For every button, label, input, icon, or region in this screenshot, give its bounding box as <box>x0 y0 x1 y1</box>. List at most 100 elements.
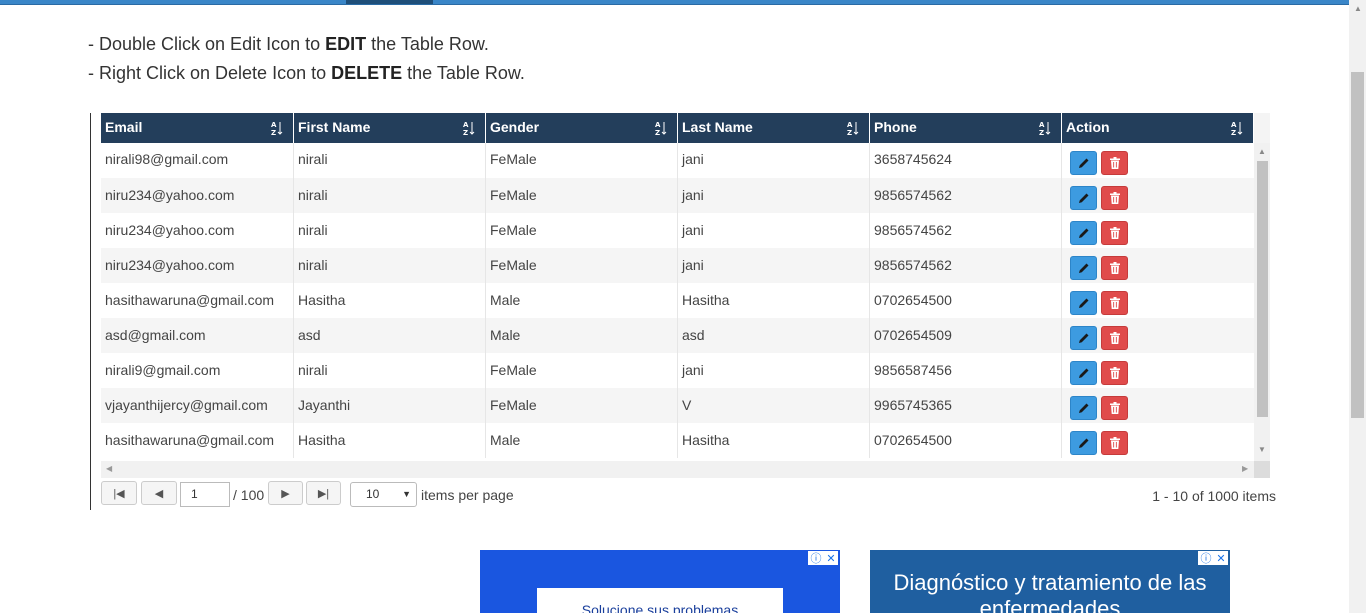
cell-first-name[interactable]: nirali <box>294 248 486 283</box>
cell-email[interactable]: niru234@yahoo.com <box>101 178 294 213</box>
cell-last-name[interactable]: jani <box>678 248 870 283</box>
delete-button[interactable] <box>1101 326 1128 350</box>
cell-first-name[interactable]: asd <box>294 318 486 353</box>
delete-button[interactable] <box>1101 256 1128 280</box>
prev-page-button[interactable]: ◀ <box>141 481 177 505</box>
table-row[interactable]: niru234@yahoo.com nirali FeMale jani 9856574… <box>101 248 1254 283</box>
cell-phone[interactable]: 0702654500 <box>870 283 1062 318</box>
delete-button[interactable] <box>1101 431 1128 455</box>
delete-button[interactable] <box>1101 361 1128 385</box>
ad-choices-icon[interactable]: ⓘ ✕ <box>808 551 838 565</box>
cell-phone[interactable]: 9856587456 <box>870 353 1062 388</box>
cell-phone[interactable]: 9965745365 <box>870 388 1062 423</box>
cell-email[interactable]: hasithawaruna@gmail.com <box>101 423 294 458</box>
column-header-email[interactable]: Email A Z <box>101 113 294 143</box>
sort-alpha-icon[interactable]: AZ <box>1231 120 1243 137</box>
delete-button[interactable] <box>1101 396 1128 420</box>
edit-button[interactable] <box>1070 151 1097 175</box>
scroll-up-icon[interactable]: ▲ <box>1258 147 1266 156</box>
cell-gender[interactable]: FeMale <box>486 353 678 388</box>
advertisement-1[interactable]: ⓘ ✕ Solucione sus problemas <box>480 550 840 613</box>
cell-email[interactable]: nirali9@gmail.com <box>101 353 294 388</box>
cell-phone[interactable]: 9856574562 <box>870 178 1062 213</box>
cell-gender[interactable]: FeMale <box>486 178 678 213</box>
cell-last-name[interactable]: Hasitha <box>678 283 870 318</box>
advertisement-2[interactable]: ⓘ ✕ Diagnóstico y tratamiento de las enfe… <box>870 550 1230 613</box>
window-scrollbar[interactable]: ▲ <box>1349 0 1366 613</box>
column-header-gender[interactable]: Gender A Z <box>486 113 678 143</box>
delete-button[interactable] <box>1101 221 1128 245</box>
cell-gender[interactable]: Male <box>486 283 678 318</box>
cell-email[interactable]: asd@gmail.com <box>101 318 294 353</box>
cell-last-name[interactable]: jani <box>678 213 870 248</box>
edit-button[interactable] <box>1070 361 1097 385</box>
delete-button[interactable] <box>1101 186 1128 210</box>
cell-email[interactable]: vjayanthijercy@gmail.com <box>101 388 294 423</box>
sort-alpha-icon[interactable]: AZ <box>655 120 667 137</box>
scroll-down-icon[interactable]: ▼ <box>1258 445 1266 454</box>
cell-last-name[interactable]: jani <box>678 353 870 388</box>
edit-button[interactable] <box>1070 431 1097 455</box>
page-number-input[interactable]: 1 <box>180 482 230 507</box>
table-row[interactable]: nirali98@gmail.com nirali FeMale jani 365874… <box>101 143 1254 178</box>
grid-horizontal-scrollbar[interactable]: ◀ ▶ <box>101 461 1254 478</box>
sort-alpha-icon[interactable]: AZ <box>463 120 475 137</box>
cell-phone[interactable]: 3658745624 <box>870 143 1062 178</box>
table-row[interactable]: hasithawaruna@gmail.com Hasitha Male Hasith… <box>101 423 1254 458</box>
cell-last-name[interactable]: jani <box>678 178 870 213</box>
edit-button[interactable] <box>1070 396 1097 420</box>
delete-button[interactable] <box>1101 151 1128 175</box>
column-header-action[interactable]: Action A Z <box>1062 113 1254 143</box>
grid-vertical-scrollbar[interactable]: ▲ ▼ <box>1254 143 1270 461</box>
sort-alpha-icon[interactable]: AZ <box>847 120 859 137</box>
cell-phone[interactable]: 0702654500 <box>870 423 1062 458</box>
cell-gender[interactable]: Male <box>486 423 678 458</box>
cell-last-name[interactable]: V <box>678 388 870 423</box>
cell-last-name[interactable]: jani <box>678 143 870 178</box>
active-tab-indicator[interactable] <box>346 0 433 4</box>
column-header-last-name[interactable]: Last Name A Z <box>678 113 870 143</box>
column-header-phone[interactable]: Phone A Z <box>870 113 1062 143</box>
edit-button[interactable] <box>1070 221 1097 245</box>
cell-phone[interactable]: 9856574562 <box>870 213 1062 248</box>
scroll-thumb[interactable] <box>1257 161 1268 417</box>
column-header-first-name[interactable]: First Name A Z <box>294 113 486 143</box>
cell-gender[interactable]: FeMale <box>486 213 678 248</box>
edit-button[interactable] <box>1070 256 1097 280</box>
cell-last-name[interactable]: asd <box>678 318 870 353</box>
table-row[interactable]: nirali9@gmail.com nirali FeMale jani 9856587… <box>101 353 1254 388</box>
delete-button[interactable] <box>1101 291 1128 315</box>
scroll-left-icon[interactable]: ◀ <box>106 464 112 473</box>
edit-button[interactable] <box>1070 186 1097 210</box>
cell-phone[interactable]: 0702654509 <box>870 318 1062 353</box>
cell-email[interactable]: hasithawaruna@gmail.com <box>101 283 294 318</box>
table-row[interactable]: niru234@yahoo.com nirali FeMale jani 9856574… <box>101 213 1254 248</box>
cell-gender[interactable]: FeMale <box>486 388 678 423</box>
next-page-button[interactable]: ▶ <box>268 481 303 505</box>
sort-alpha-icon[interactable]: AZ <box>271 120 283 137</box>
cell-first-name[interactable]: Hasitha <box>294 283 486 318</box>
cell-email[interactable]: niru234@yahoo.com <box>101 213 294 248</box>
cell-first-name[interactable]: nirali <box>294 178 486 213</box>
cell-phone[interactable]: 9856574562 <box>870 248 1062 283</box>
cell-first-name[interactable]: nirali <box>294 213 486 248</box>
cell-email[interactable]: niru234@yahoo.com <box>101 248 294 283</box>
cell-last-name[interactable]: Hasitha <box>678 423 870 458</box>
last-page-button[interactable]: ▶| <box>306 481 341 505</box>
cell-first-name[interactable]: nirali <box>294 353 486 388</box>
edit-button[interactable] <box>1070 291 1097 315</box>
ad-choices-icon[interactable]: ⓘ ✕ <box>1198 551 1228 565</box>
cell-first-name[interactable]: nirali <box>294 143 486 178</box>
cell-email[interactable]: nirali98@gmail.com <box>101 143 294 178</box>
page-size-select[interactable]: 10 ▼ <box>350 482 417 507</box>
window-scroll-thumb[interactable] <box>1351 72 1364 418</box>
table-row[interactable]: hasithawaruna@gmail.com Hasitha Male Hasith… <box>101 283 1254 318</box>
cell-gender[interactable]: Male <box>486 318 678 353</box>
sort-alpha-icon[interactable]: AZ <box>1039 120 1051 137</box>
table-row[interactable]: asd@gmail.com asd Male asd 0702654509 <box>101 318 1254 353</box>
scroll-up-icon[interactable]: ▲ <box>1354 4 1362 13</box>
table-row[interactable]: vjayanthijercy@gmail.com Jayanthi FeMale V 9… <box>101 388 1254 423</box>
cell-first-name[interactable]: Hasitha <box>294 423 486 458</box>
ad-card[interactable]: Solucione sus problemas <box>537 588 783 613</box>
cell-gender[interactable]: FeMale <box>486 143 678 178</box>
